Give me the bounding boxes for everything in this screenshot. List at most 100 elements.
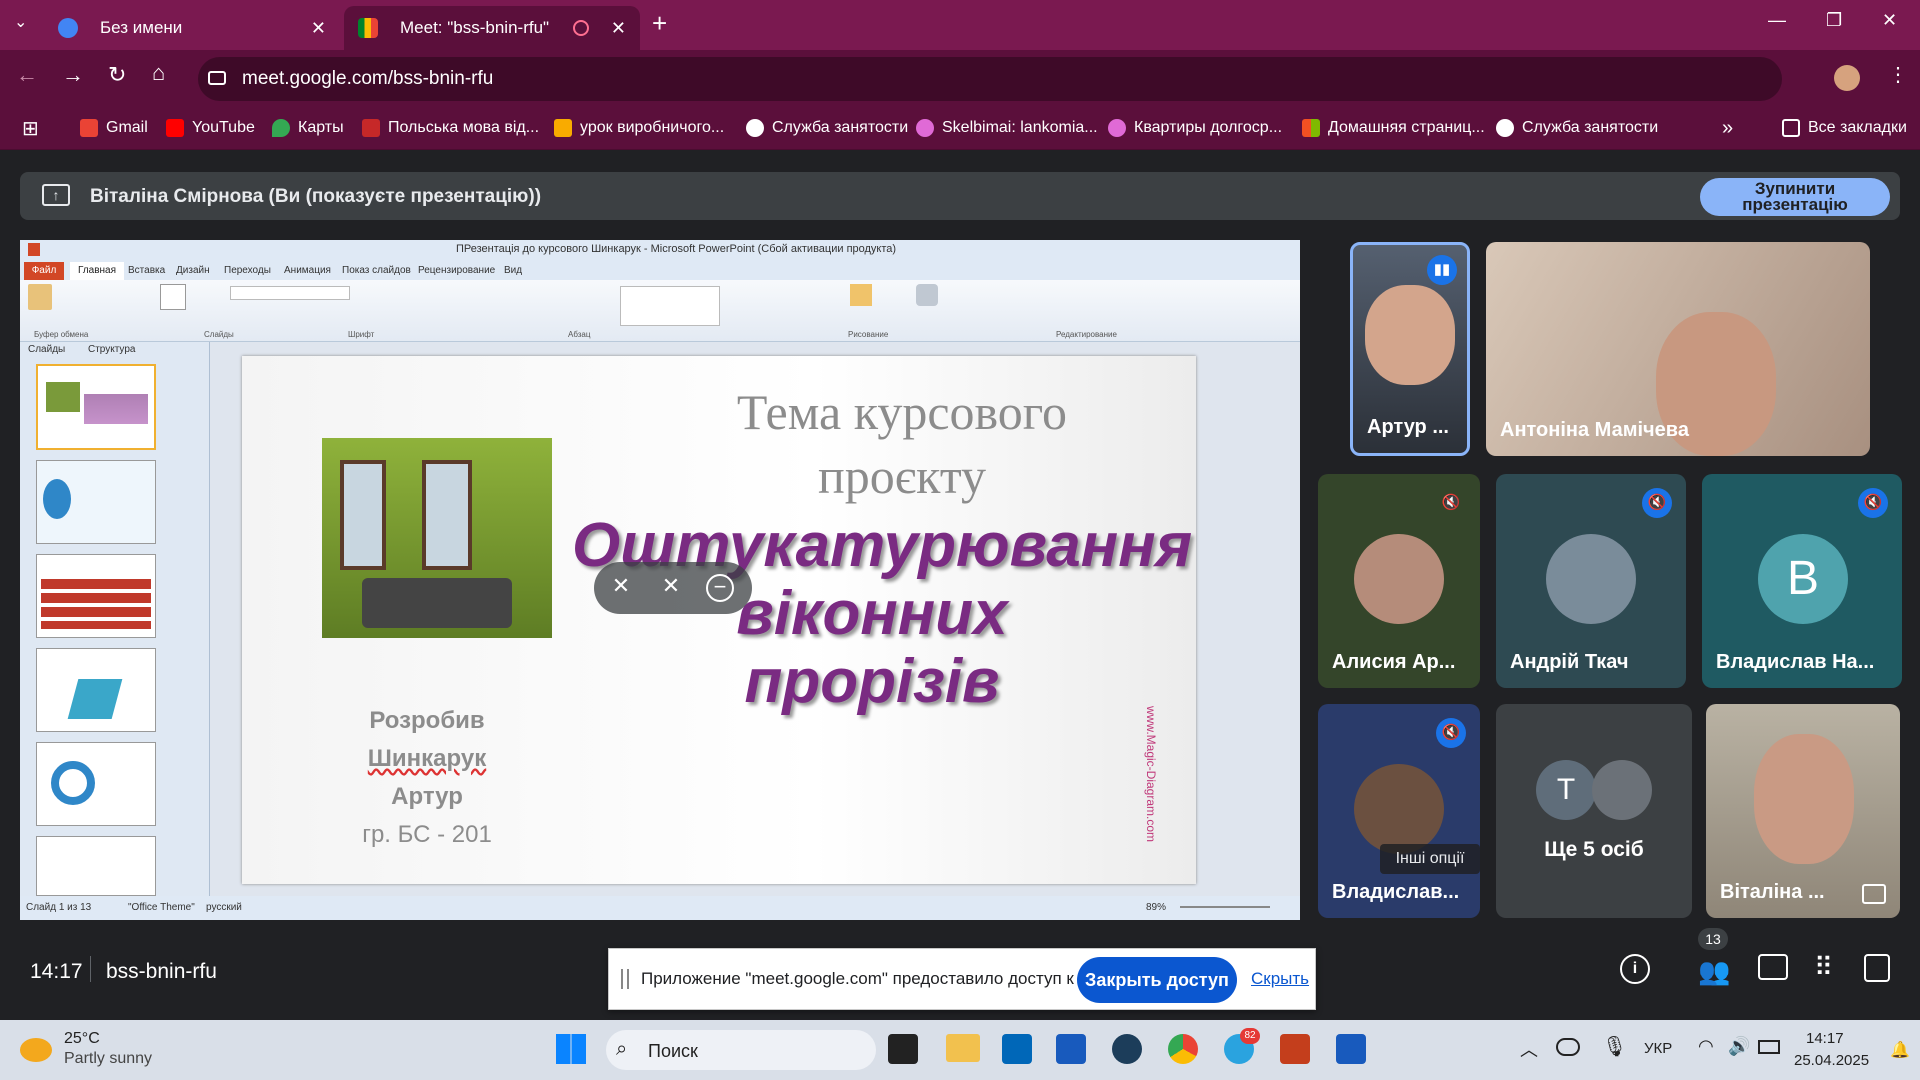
slide-thumb-6[interactable] xyxy=(36,836,156,896)
input-language[interactable]: УКР xyxy=(1644,1040,1672,1057)
close-tab-icon[interactable]: ✕ xyxy=(611,18,626,39)
chevron-up-icon[interactable]: ︿ xyxy=(1520,1036,1538,1062)
back-icon[interactable]: ← xyxy=(16,62,38,88)
word-icon[interactable] xyxy=(1336,1034,1366,1064)
microphone-icon[interactable]: 🎙 xyxy=(1602,1034,1627,1059)
close-window-icon[interactable]: ✕ xyxy=(1882,10,1897,31)
stop-presenting-button[interactable]: Зупинити презентацію xyxy=(1700,178,1890,216)
home-icon[interactable]: ⌂ xyxy=(152,60,165,86)
bookmark-homepage[interactable]: Домашняя страниц... xyxy=(1302,116,1485,140)
clock-date[interactable]: 25.04.2025 xyxy=(1794,1052,1869,1069)
paste-icon[interactable] xyxy=(28,284,52,310)
onedrive-icon[interactable] xyxy=(1556,1038,1580,1056)
participant-video xyxy=(1754,734,1854,864)
video-off-icon[interactable]: ✕ xyxy=(656,573,686,603)
chrome-icon[interactable] xyxy=(1168,1034,1198,1064)
word-icon[interactable] xyxy=(1056,1034,1086,1064)
volume-icon[interactable]: 🔊 xyxy=(1728,1036,1750,1057)
chat-icon[interactable] xyxy=(1758,954,1788,980)
store-icon[interactable] xyxy=(1002,1034,1032,1064)
slide-thumb-5[interactable] xyxy=(36,742,156,826)
slide-thumb-1[interactable] xyxy=(36,364,156,450)
bookmark-employment-1[interactable]: Служба занятости xyxy=(746,116,908,140)
quick-styles-icon[interactable] xyxy=(916,284,938,306)
bookmark-youtube[interactable]: YouTube xyxy=(166,116,255,140)
people-icon[interactable]: 👥 xyxy=(1698,956,1730,987)
participant-tile-self[interactable]: Віталіна ... xyxy=(1706,704,1900,918)
slide-main-title: Оштукатурювання віконних прорізів xyxy=(572,512,1192,716)
forward-icon[interactable]: → xyxy=(62,62,84,88)
battery-icon[interactable] xyxy=(1758,1040,1780,1054)
slide-thumb-3[interactable] xyxy=(36,554,156,638)
tab-meet[interactable]: Meet: "bss-bnin-rfu" ✕ xyxy=(344,6,640,50)
ppt-file-tab[interactable]: Файл xyxy=(24,262,64,280)
panel-tab-outline[interactable]: Структура xyxy=(88,344,135,355)
hide-link[interactable]: Скрыть xyxy=(1251,969,1309,989)
ppt-tab-animation[interactable]: Анимация xyxy=(284,265,331,276)
font-name-box[interactable] xyxy=(230,286,350,300)
bookmark-apartments[interactable]: Квартиры долгоср... xyxy=(1108,116,1282,140)
info-icon[interactable]: i xyxy=(1620,954,1650,984)
participant-tile-more[interactable]: Т Ще 5 осіб xyxy=(1496,704,1692,918)
close-tab-icon[interactable]: ✕ xyxy=(311,18,326,39)
participant-name: Артур ... xyxy=(1367,416,1449,438)
stop-sharing-button[interactable]: Закрыть доступ xyxy=(1077,957,1237,1003)
reload-icon[interactable]: ↻ xyxy=(108,62,126,88)
slide-thumb-2[interactable] xyxy=(36,460,156,544)
participant-tile-3[interactable]: 🔇 Алисия Ар... xyxy=(1318,474,1480,688)
taskbar-search[interactable]: ⌕ Поиск xyxy=(606,1030,876,1070)
powerpoint-icon[interactable] xyxy=(1280,1034,1310,1064)
task-view-icon[interactable] xyxy=(888,1034,918,1064)
participant-tile-2[interactable]: Антоніна Мамічева xyxy=(1486,242,1870,456)
tab-search-chevron-icon[interactable]: ⌄ xyxy=(14,12,27,32)
clock-time[interactable]: 14:17 xyxy=(1806,1030,1844,1047)
participant-tile-1[interactable]: ▮▮ Артур ... xyxy=(1350,242,1470,456)
ppt-tab-home[interactable]: Главная xyxy=(70,262,124,280)
ppt-tab-design[interactable]: Дизайн xyxy=(176,265,210,276)
windows-start-icon[interactable] xyxy=(556,1034,586,1064)
ppt-tab-view[interactable]: Вид xyxy=(504,265,522,276)
bookmark-maps[interactable]: Карты xyxy=(272,116,344,140)
minimize-icon[interactable]: — xyxy=(1768,10,1786,31)
panel-tab-slides[interactable]: Слайды xyxy=(28,344,65,355)
bookmark-employment-2[interactable]: Служба занятости xyxy=(1496,116,1658,140)
all-bookmarks[interactable]: Все закладки xyxy=(1782,116,1907,140)
activities-icon[interactable]: ⠿ xyxy=(1814,952,1833,983)
restore-icon[interactable]: ❐ xyxy=(1826,10,1842,31)
slide-thumb-4[interactable] xyxy=(36,648,156,732)
more-bookmarks-icon[interactable]: » xyxy=(1722,116,1733,140)
new-slide-icon[interactable] xyxy=(160,284,186,310)
bookmark-skelbimai[interactable]: Skelbimai: lankomia... xyxy=(916,116,1098,140)
bookmark-gmail[interactable]: Gmail xyxy=(80,116,148,140)
windows-taskbar: 25°C Partly sunny ⌕ Поиск 82 ︿ 🎙 УКР ◠ 🔊… xyxy=(0,1020,1920,1080)
zoom-slider[interactable] xyxy=(1180,906,1270,908)
new-tab-icon[interactable]: + xyxy=(652,8,667,39)
wifi-icon[interactable]: ◠ xyxy=(1698,1036,1714,1057)
participant-tile-4[interactable]: 🔇 Андрій Ткач xyxy=(1496,474,1686,688)
participant-tile-5[interactable]: В 🔇 Владислав На... xyxy=(1702,474,1902,688)
mic-off-icon[interactable]: ✕ xyxy=(606,573,636,603)
slide-canvas[interactable]: Тема курсового проєкту Оштукатурювання в… xyxy=(242,356,1196,884)
notifications-bell-icon[interactable]: 🔔 xyxy=(1890,1040,1910,1060)
host-controls-icon[interactable] xyxy=(1864,954,1890,982)
status-theme: "Office Theme" xyxy=(128,902,195,913)
pip-icon[interactable] xyxy=(1862,884,1886,904)
bookmark-lesson[interactable]: урок виробничого... xyxy=(554,116,724,140)
ppt-tab-review[interactable]: Рецензирование xyxy=(418,265,495,276)
bookmark-polish[interactable]: Польська мова від... xyxy=(362,116,539,140)
ppt-tab-slideshow[interactable]: Показ слайдов xyxy=(342,265,411,276)
file-explorer-icon[interactable] xyxy=(946,1034,980,1062)
profile-avatar[interactable] xyxy=(1834,65,1860,91)
menu-icon[interactable]: ⋮ xyxy=(1888,62,1908,87)
participant-tile-6[interactable]: 🔇 Інші опції Владислав... xyxy=(1318,704,1480,918)
ppt-tab-transitions[interactable]: Переходы xyxy=(224,265,271,276)
apps-icon[interactable]: ⊞ xyxy=(22,116,39,140)
drag-handle-icon[interactable] xyxy=(621,969,629,989)
ppt-tab-insert[interactable]: Вставка xyxy=(128,265,165,276)
shapes-gallery[interactable] xyxy=(620,286,720,326)
arrange-icon[interactable] xyxy=(850,284,872,306)
media-player-icon[interactable] xyxy=(1112,1034,1142,1064)
tab-untitled[interactable]: Без имени ✕ xyxy=(44,6,340,50)
collapse-icon[interactable]: − xyxy=(706,574,734,602)
omnibox[interactable]: meet.google.com/bss-bnin-rfu xyxy=(198,57,1782,101)
